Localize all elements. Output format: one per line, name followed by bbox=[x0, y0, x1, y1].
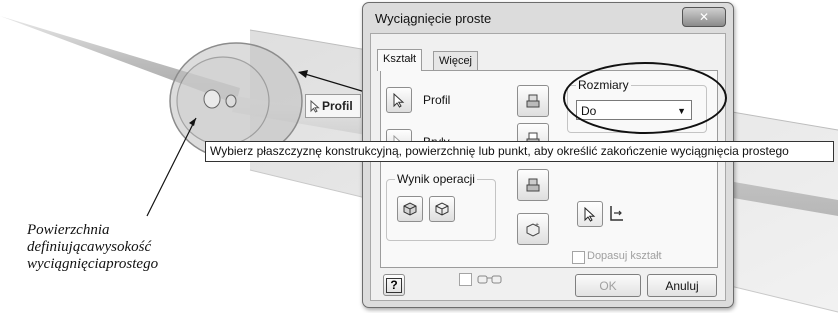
profile-label: Profil bbox=[423, 93, 451, 107]
close-icon: ✕ bbox=[698, 10, 710, 24]
tab-more[interactable]: Więcej bbox=[433, 51, 479, 70]
svg-text:+: + bbox=[535, 222, 539, 229]
new-solid-icon: + bbox=[526, 222, 540, 237]
tab-shape[interactable]: Kształt bbox=[377, 49, 423, 71]
match-shape-checkbox[interactable] bbox=[572, 251, 585, 264]
match-shape-label: Dopasuj kształt bbox=[587, 250, 662, 262]
close-button[interactable]: ✕ bbox=[682, 7, 726, 27]
preview-checkbox[interactable] bbox=[459, 272, 472, 286]
cancel-button[interactable]: Anuluj bbox=[647, 274, 717, 297]
solid-output-button[interactable] bbox=[397, 196, 423, 222]
intersect-icon bbox=[526, 178, 540, 192]
cursor-arrow-icon bbox=[393, 92, 405, 108]
annotation-caption: Powierzchnia definiującawysokość wyciągn… bbox=[27, 222, 227, 273]
preview-toggle[interactable] bbox=[459, 272, 504, 286]
help-icon: ? bbox=[386, 277, 402, 293]
hint-tooltip: Wybierz płaszczyznę konstrukcyjną, powie… bbox=[205, 141, 834, 162]
operation-group-label: Wynik operacji bbox=[395, 172, 477, 186]
surface-box-icon bbox=[435, 202, 449, 216]
highlight-ellipse bbox=[563, 62, 727, 134]
profile-callout-label: Profil bbox=[322, 99, 353, 113]
join-icon bbox=[526, 94, 540, 108]
profile-select-button[interactable] bbox=[386, 87, 412, 113]
surface-output-button[interactable] bbox=[429, 196, 455, 222]
cursor-arrow-icon bbox=[310, 99, 320, 113]
solid-box-icon bbox=[403, 202, 417, 216]
extrude-to-face-icon[interactable] bbox=[609, 205, 625, 221]
caption-line-3: wyciągnięciaprostego bbox=[27, 256, 159, 272]
operation-group: Wynik operacji bbox=[386, 172, 496, 241]
caption-line-2: definiującawysokość bbox=[27, 239, 152, 255]
extent-face-select-button[interactable] bbox=[577, 201, 603, 227]
dialog-title: Wyciągnięcie proste bbox=[375, 11, 492, 26]
caption-line-1: Powierzchnia bbox=[27, 222, 110, 238]
join-button[interactable] bbox=[517, 85, 549, 117]
cursor-arrow-icon bbox=[584, 206, 596, 222]
preview-glasses-icon bbox=[477, 275, 502, 284]
dialog-titlebar[interactable]: Wyciągnięcie proste ✕ bbox=[363, 3, 733, 33]
help-button[interactable]: ? bbox=[383, 274, 405, 296]
profile-callout: Profil bbox=[305, 94, 361, 118]
intersect-button[interactable] bbox=[517, 169, 549, 201]
new-solid-button[interactable]: + bbox=[517, 213, 549, 245]
ok-button[interactable]: OK bbox=[575, 274, 641, 297]
